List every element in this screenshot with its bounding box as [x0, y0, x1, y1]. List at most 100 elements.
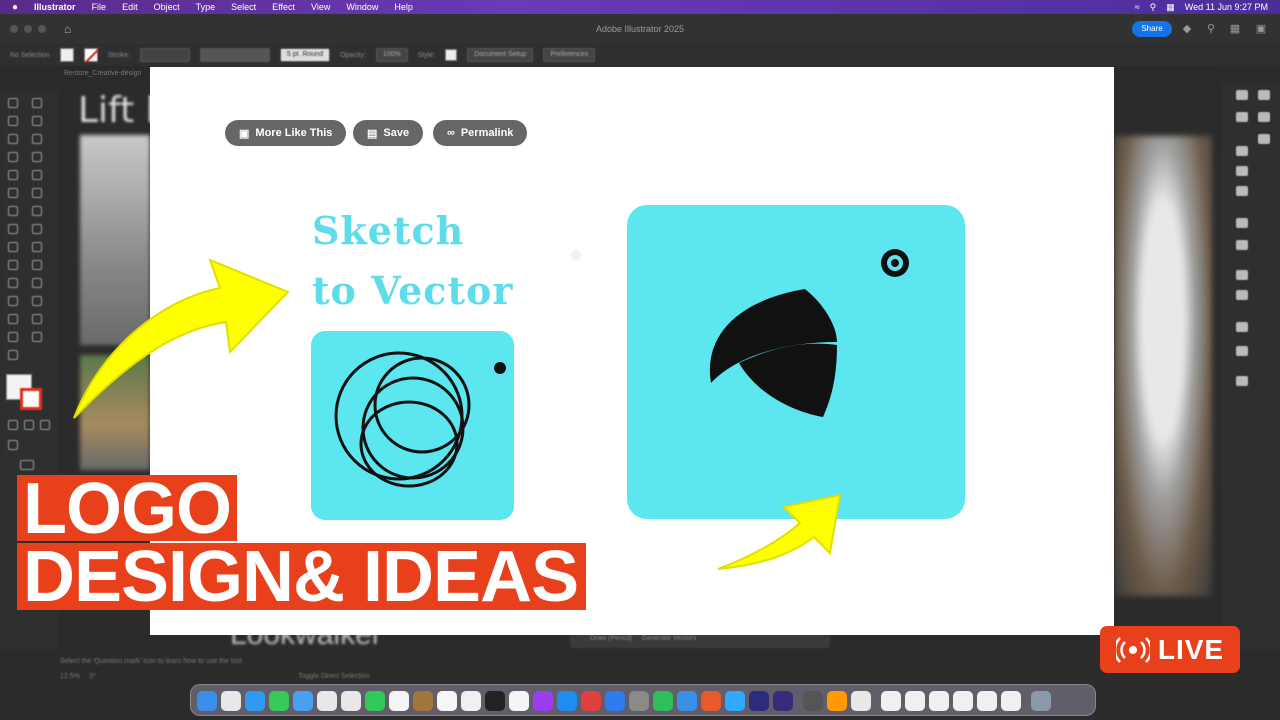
system-settings-icon[interactable]: [629, 691, 649, 711]
comments-panel-icon[interactable]: [1258, 112, 1270, 122]
illustrator-icon[interactable]: [827, 691, 847, 711]
rectangle-tool-icon[interactable]: [8, 170, 18, 180]
clock[interactable]: Wed 11 Jun 9:27 PM: [1185, 2, 1268, 12]
photoshop-icon[interactable]: [725, 691, 745, 711]
eyedropper-tool-icon[interactable]: [8, 278, 18, 288]
links-panel-icon[interactable]: [1236, 376, 1248, 386]
wifi-icon[interactable]: ≈: [1135, 2, 1140, 12]
stroke-label[interactable]: Stroke:: [108, 52, 130, 59]
safari-icon[interactable]: [245, 691, 265, 711]
home-icon[interactable]: ⌂: [64, 22, 71, 36]
menu-item-window[interactable]: Window: [346, 2, 378, 12]
zoom-window-button[interactable]: [38, 25, 46, 33]
save-button[interactable]: ▤ Save: [353, 120, 424, 146]
downloads-folder-icon[interactable]: [905, 691, 925, 711]
search-help-icon[interactable]: ⚲: [1204, 22, 1218, 36]
shape-builder-tool-icon[interactable]: [8, 242, 18, 252]
messages-icon[interactable]: [269, 691, 289, 711]
search-icon[interactable]: ⚲: [1150, 2, 1157, 13]
gradient-mode-icon[interactable]: [24, 420, 34, 430]
recent-file-2-icon[interactable]: [953, 691, 973, 711]
line-tool-icon[interactable]: [32, 152, 42, 162]
menu-item-object[interactable]: Object: [154, 2, 180, 12]
graphic-styles-panel-icon[interactable]: [1236, 186, 1248, 196]
recent-file-3-icon[interactable]: [977, 691, 997, 711]
column-graph-tool-icon[interactable]: [32, 296, 42, 306]
selection-tool-icon[interactable]: [8, 98, 18, 108]
menu-item-select[interactable]: Select: [231, 2, 256, 12]
color-panel-icon[interactable]: [1236, 218, 1248, 228]
news-icon[interactable]: [581, 691, 601, 711]
width-tool-icon[interactable]: [8, 224, 18, 234]
documents-folder-icon[interactable]: [881, 691, 901, 711]
curvature-tool-icon[interactable]: [32, 134, 42, 144]
slice-tool-icon[interactable]: [32, 314, 42, 324]
trash-icon[interactable]: [1031, 691, 1051, 711]
preview-icon[interactable]: [851, 691, 871, 711]
premiere-icon[interactable]: [749, 691, 769, 711]
preferences-button[interactable]: Preferences: [543, 48, 596, 62]
paintbrush-tool-icon[interactable]: [32, 170, 42, 180]
freeform-icon[interactable]: [461, 691, 481, 711]
color-mode-icon[interactable]: [8, 420, 18, 430]
workspace-switcher-icon[interactable]: ▦: [1228, 22, 1242, 36]
mesh-tool-icon[interactable]: [8, 260, 18, 270]
minimize-window-button[interactable]: [24, 25, 32, 33]
podcasts-icon[interactable]: [533, 691, 553, 711]
stroke-weight-field[interactable]: [139, 48, 190, 62]
brushes-panel-icon[interactable]: [1258, 134, 1270, 144]
menu-item-illustrator[interactable]: Illustrator: [34, 2, 76, 12]
symbols-panel-icon[interactable]: [1236, 166, 1248, 176]
variable-width-profile[interactable]: [199, 48, 270, 62]
direct-selection-tool-icon[interactable]: [32, 98, 42, 108]
menu-item-type[interactable]: Type: [196, 2, 216, 12]
menu-item-view[interactable]: View: [311, 2, 330, 12]
artboard-tool-icon[interactable]: [8, 314, 18, 324]
rotation-value[interactable]: 0°: [90, 673, 97, 680]
close-window-button[interactable]: [10, 25, 18, 33]
symbol-sprayer-tool-icon[interactable]: [8, 296, 18, 306]
opacity-label[interactable]: Opacity:: [340, 52, 366, 59]
properties-panel-icon[interactable]: [1236, 90, 1248, 100]
generate-vectors-button[interactable]: Generate Vectors: [642, 635, 696, 642]
recent-file-4-icon[interactable]: [1001, 691, 1021, 711]
align-panel-icon[interactable]: [1236, 290, 1248, 300]
telegram-icon[interactable]: [677, 691, 697, 711]
rotate-tool-icon[interactable]: [8, 206, 18, 216]
music-icon[interactable]: [509, 691, 529, 711]
finder-icon[interactable]: [197, 691, 217, 711]
menu-item-file[interactable]: File: [92, 2, 107, 12]
pathfinder-panel-icon[interactable]: [1236, 322, 1248, 332]
facetime-icon[interactable]: [365, 691, 385, 711]
zoom-tool-icon[interactable]: [32, 332, 42, 342]
draw-mode-icon[interactable]: [8, 440, 18, 450]
opacity-field[interactable]: 100%: [375, 48, 408, 62]
photos-icon[interactable]: [317, 691, 337, 711]
transform-panel-icon[interactable]: [1236, 270, 1248, 280]
reminders-icon[interactable]: [437, 691, 457, 711]
libraries-panel-icon[interactable]: [1236, 112, 1248, 122]
type-tool-icon[interactable]: [8, 152, 18, 162]
shaper-tool-icon[interactable]: [8, 188, 18, 198]
firefox-icon[interactable]: [701, 691, 721, 711]
app-store-icon[interactable]: [557, 691, 577, 711]
stroke-color-indicator[interactable]: [20, 388, 42, 410]
graphic-style-swatch[interactable]: [445, 49, 458, 61]
menu-item-effect[interactable]: Effect: [272, 2, 295, 12]
mail-icon[interactable]: [293, 691, 313, 711]
tv-icon[interactable]: [485, 691, 505, 711]
permalink-button[interactable]: ∞ Permalink: [433, 120, 528, 146]
calendar-icon[interactable]: [389, 691, 409, 711]
apple-icon[interactable]: ●: [12, 2, 18, 13]
scale-tool-icon[interactable]: [32, 206, 42, 216]
maps-icon[interactable]: [341, 691, 361, 711]
learn-icon[interactable]: ◆: [1180, 22, 1194, 36]
color-guide-panel-icon[interactable]: [1236, 240, 1248, 250]
recent-file-icon[interactable]: [929, 691, 949, 711]
contacts-icon[interactable]: [413, 691, 433, 711]
more-like-this-button[interactable]: ▣ More Like This: [225, 120, 347, 146]
pen-tool-icon[interactable]: [8, 134, 18, 144]
lasso-tool-icon[interactable]: [32, 116, 42, 126]
edit-toolbar-icon[interactable]: [8, 350, 18, 360]
whatsapp-icon[interactable]: [653, 691, 673, 711]
